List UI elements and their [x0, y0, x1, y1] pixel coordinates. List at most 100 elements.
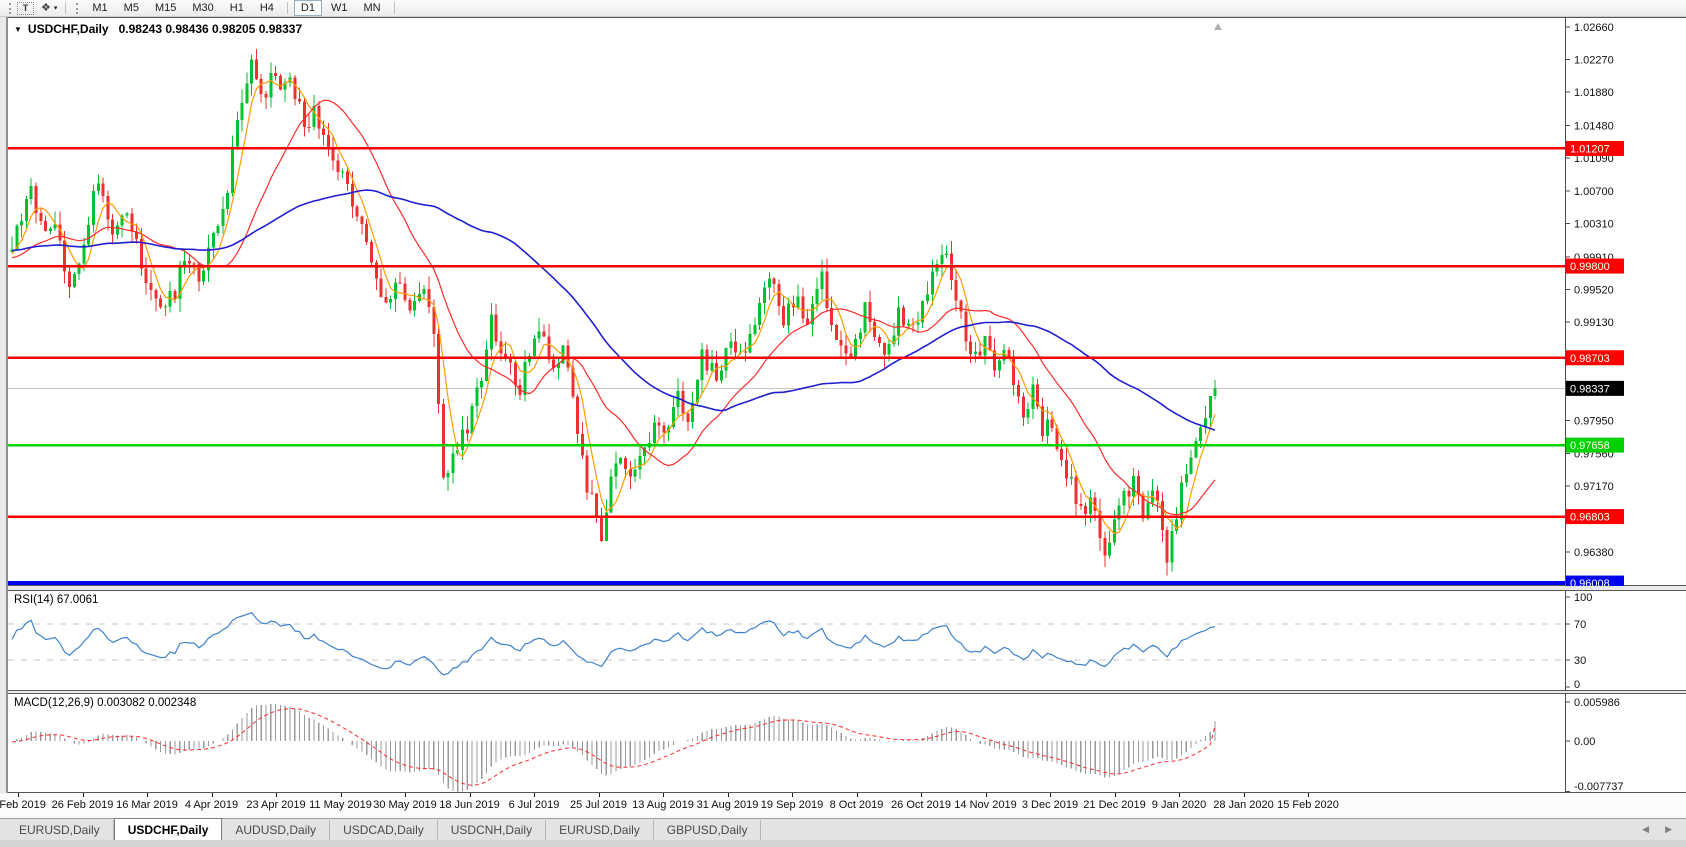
chart-tab-eurusd[interactable]: EURUSD,Daily	[6, 820, 114, 840]
crosshair-style-button[interactable]: ❖ ▾	[38, 1, 60, 16]
toolbar-grip[interactable]	[76, 2, 79, 14]
svg-text:1.00310: 1.00310	[1574, 218, 1614, 230]
timeframe-button-m1[interactable]: M1	[85, 0, 114, 16]
date-tick	[534, 793, 535, 797]
rsi-axis: 100 70 30 0	[1565, 590, 1592, 691]
svg-text:1.02270: 1.02270	[1574, 55, 1614, 67]
date-tick	[469, 793, 471, 797]
timeframe-button-w1[interactable]: W1	[324, 0, 355, 16]
candles-layer	[10, 48, 1217, 576]
chart-tab-eurusd[interactable]: EURUSD,Daily	[546, 820, 654, 840]
rsi-chart[interactable]: 100 70 30 0	[0, 590, 1686, 691]
support-resistance-lines	[8, 147, 1565, 586]
crosshair-icon: ❖	[41, 1, 51, 14]
timeframe-button-m15[interactable]: M15	[148, 0, 183, 16]
date-tick	[856, 793, 858, 797]
date-tick	[598, 793, 600, 797]
chart-symbol-label: USDCHF,Daily	[27, 22, 109, 36]
tab-scroll-buttons: ◀ ▶	[1642, 824, 1672, 835]
date-tick	[1179, 793, 1180, 797]
date-label: 16 Mar 2019	[116, 799, 178, 811]
timeframe-button-m30[interactable]: M30	[185, 0, 220, 16]
svg-text:0: 0	[1574, 679, 1580, 691]
date-label: 26 Oct 2019	[891, 799, 951, 811]
timeframe-buttons: M1 M5 M15 M30 H1 H4 D1 W1 MN	[84, 0, 399, 17]
timeframe-button-mn[interactable]: MN	[356, 0, 387, 16]
chart-ohlc-values: 0.98243 0.98436 0.98205 0.98337	[118, 22, 303, 36]
macd-chart[interactable]: 0.005986 0.00 -0.007737	[0, 693, 1686, 793]
date-tick	[211, 793, 213, 797]
timeframe-button-h1[interactable]: H1	[223, 0, 251, 16]
svg-text:0.99130: 0.99130	[1574, 317, 1614, 329]
date-tick	[985, 793, 987, 797]
date-tick	[921, 793, 922, 797]
date-label: 15 Feb 2020	[1277, 799, 1339, 811]
toolbar: T ❖ ▾ M1 M5 M15 M30 H1 H4 D1 W1 MN	[0, 0, 1686, 17]
svg-text:0.96803: 0.96803	[1570, 512, 1610, 524]
date-tick	[663, 793, 664, 797]
date-label: 13 Aug 2019	[632, 799, 694, 811]
date-tick	[1114, 793, 1116, 797]
collapse-chart-icon[interactable]: ▼	[14, 25, 22, 34]
date-tick	[727, 793, 729, 797]
date-label: 28 Jan 2020	[1213, 799, 1274, 811]
date-label: 26 Feb 2019	[51, 799, 114, 811]
toolbar-separator	[393, 2, 395, 14]
svg-text:0.00: 0.00	[1574, 736, 1595, 748]
date-label: 25 Jul 2019	[570, 799, 627, 811]
macd-signal-line	[11, 707, 1216, 786]
svg-text:0.97658: 0.97658	[1570, 440, 1610, 452]
svg-text:0.98337: 0.98337	[1570, 383, 1610, 395]
date-tick	[340, 793, 342, 797]
date-label: 6 Jul 2019	[508, 799, 560, 811]
chart-tab-usdcad[interactable]: USDCAD,Daily	[330, 820, 438, 840]
chart-tab-audusd[interactable]: AUDUSD,Daily	[222, 820, 331, 840]
date-label: 4 Apr 2019	[184, 799, 239, 811]
chart-tab-usdchf[interactable]: USDCHF,Daily	[113, 818, 223, 840]
price-axis: 1.026601.022701.018801.014801.010901.007…	[1565, 17, 1624, 586]
tab-scroll-left-icon[interactable]: ◀	[1642, 824, 1649, 835]
date-label: 8 Oct 2019	[829, 799, 884, 811]
svg-text:0.97170: 0.97170	[1574, 481, 1614, 493]
chart-tab-gbpusd[interactable]: GBPUSD,Daily	[654, 820, 762, 840]
svg-text:70: 70	[1574, 619, 1586, 631]
date-tick	[792, 793, 793, 797]
toolbar-separator	[65, 2, 67, 14]
date-tick	[1243, 793, 1245, 797]
chart-shift-marker	[1214, 23, 1222, 30]
date-axis[interactable]: 7 Feb 2019 26 Feb 201916 Mar 2019 4 Apr 20…	[0, 793, 1686, 818]
candlestick-chart[interactable]: 1.026601.022701.018801.014801.010901.007…	[0, 17, 1686, 586]
svg-text:0.005986: 0.005986	[1574, 697, 1620, 709]
svg-text:0.98703: 0.98703	[1570, 353, 1610, 365]
toolbar-separator	[286, 2, 288, 14]
text-tool-icon: T	[22, 3, 29, 13]
svg-text:-0.007737: -0.007737	[1574, 781, 1624, 793]
date-tick	[18, 793, 19, 797]
tab-scroll-right-icon[interactable]: ▶	[1665, 824, 1672, 835]
date-tick	[82, 793, 84, 797]
svg-text:1.01480: 1.01480	[1574, 121, 1614, 133]
text-tool-button[interactable]: T	[17, 1, 34, 15]
timeframe-button-m5[interactable]: M5	[117, 0, 146, 16]
chart-tab-usdcnh[interactable]: USDCNH,Daily	[438, 820, 547, 840]
chevron-down-icon: ▾	[53, 5, 58, 12]
svg-text:1.02660: 1.02660	[1574, 22, 1614, 34]
timeframe-button-d1[interactable]: D1	[293, 0, 322, 17]
date-label: 30 May 2019	[373, 799, 437, 811]
rsi-line	[11, 611, 1216, 676]
svg-text:100: 100	[1574, 592, 1592, 604]
svg-text:0.96380: 0.96380	[1574, 547, 1614, 559]
svg-text:0.99800: 0.99800	[1570, 261, 1610, 273]
svg-text:0.99520: 0.99520	[1574, 284, 1614, 296]
date-label: 19 Sep 2019	[760, 799, 824, 811]
timeframe-button-h4[interactable]: H4	[253, 0, 281, 16]
chart-tab-bar: EURUSD,Daily USDCHF,Daily AUDUSD,Daily USDC…	[0, 818, 1686, 840]
svg-text:1.01880: 1.01880	[1574, 87, 1614, 99]
date-label: 9 Jan 2020	[1151, 799, 1207, 811]
rsi-level-lines	[8, 623, 1565, 661]
date-label: 23 Apr 2019	[246, 799, 306, 811]
date-label: 18 Jun 2019	[439, 799, 500, 811]
svg-text:1.01207: 1.01207	[1570, 143, 1610, 155]
macd-indicator-label: MACD(12,26,9) 0.003082 0.002348	[14, 697, 197, 709]
toolbar-grip[interactable]	[9, 2, 12, 14]
